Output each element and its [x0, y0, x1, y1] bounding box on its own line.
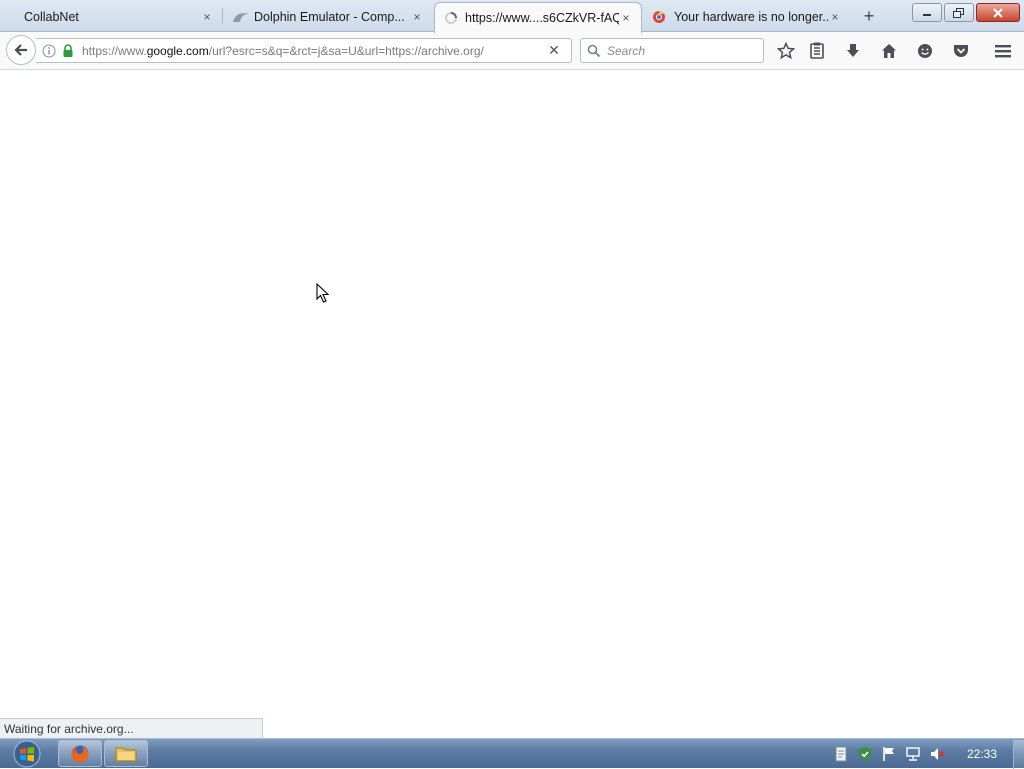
- document-tray-icon[interactable]: [833, 746, 849, 762]
- info-icon[interactable]: [42, 44, 56, 58]
- tab-label: https://www....s6CZkVR-fAQ: [465, 11, 619, 25]
- windows-start-icon: [13, 740, 41, 768]
- pocket-icon: [954, 45, 968, 57]
- search-input[interactable]: [605, 42, 759, 59]
- show-desktop-button[interactable]: [1013, 739, 1024, 769]
- restore-icon: [953, 7, 964, 18]
- dolphin-favicon-icon: [232, 10, 249, 24]
- tab-separator: [222, 8, 223, 24]
- url-bar[interactable]: https://www.google.com/url?esrc=s&q=&rct…: [36, 38, 572, 63]
- close-icon: [993, 7, 1003, 18]
- taskbar-explorer[interactable]: [104, 740, 148, 767]
- system-tray: 22:33: [833, 739, 1024, 769]
- search-icon: [587, 44, 601, 58]
- stop-loading-icon[interactable]: ✕: [547, 43, 561, 57]
- tab-label: CollabNet: [24, 10, 79, 24]
- network-tray-icon[interactable]: [905, 746, 921, 762]
- navigation-toolbar: https://www.google.com/url?esrc=s&q=&rct…: [0, 32, 1024, 70]
- tab-collabnet[interactable]: CollabNet ×: [0, 2, 222, 32]
- window-controls: [912, 3, 1020, 22]
- taskbar-firefox[interactable]: [58, 740, 102, 767]
- hello-button[interactable]: [914, 40, 936, 62]
- minimize-icon: [923, 13, 931, 16]
- tab-close-icon[interactable]: ×: [410, 10, 424, 24]
- folder-icon: [115, 747, 137, 761]
- tab-dolphin-emulator[interactable]: Dolphin Emulator - Comp... ×: [226, 2, 432, 32]
- url-domain: google.com: [146, 43, 209, 58]
- tab-close-icon[interactable]: ×: [828, 10, 842, 24]
- url-path: /url?esrc=s&q=&rct=j&sa=U&url=https://ar…: [208, 43, 484, 58]
- status-panel: Waiting for archive.org...: [0, 718, 263, 738]
- taskbar-clock[interactable]: 22:33: [967, 747, 997, 761]
- security-tray-icon[interactable]: [857, 746, 873, 762]
- bookmark-button[interactable]: [775, 40, 797, 62]
- chrome-favicon-icon: [652, 10, 668, 24]
- menu-button[interactable]: [992, 40, 1014, 62]
- restore-button[interactable]: [944, 3, 974, 22]
- home-button[interactable]: [878, 40, 900, 62]
- tab-label: Dolphin Emulator - Comp...: [254, 10, 405, 24]
- search-bar[interactable]: [580, 38, 764, 63]
- mouse-cursor-icon: [316, 283, 330, 303]
- url-scheme: https://www.: [82, 43, 147, 58]
- hello-icon: [918, 44, 932, 58]
- tab-label: Your hardware is no longer...: [674, 10, 828, 24]
- download-icon: [847, 44, 859, 57]
- tab-google-redirect[interactable]: https://www....s6CZkVR-fAQ ×: [434, 2, 642, 33]
- back-arrow-icon: [14, 44, 27, 56]
- minimize-button[interactable]: [912, 3, 942, 22]
- volume-muted-icon[interactable]: [929, 746, 945, 762]
- tab-hardware-notice[interactable]: Your hardware is no longer... ×: [646, 2, 850, 32]
- url-text[interactable]: https://www.google.com/url?esrc=s&q=&rct…: [82, 44, 502, 58]
- pocket-button[interactable]: [950, 40, 972, 62]
- loading-spinner-icon: [444, 11, 460, 25]
- page-content[interactable]: [0, 70, 1024, 738]
- start-button[interactable]: [8, 739, 46, 769]
- menu-icon: [995, 45, 1011, 58]
- downloads-button[interactable]: [842, 40, 864, 62]
- bookmark-star-icon: [777, 42, 795, 60]
- firefox-icon: [71, 745, 89, 762]
- tab-close-icon[interactable]: ×: [200, 10, 214, 24]
- tab-close-icon[interactable]: ×: [619, 11, 633, 25]
- close-window-button[interactable]: [976, 3, 1020, 22]
- reading-list-button[interactable]: [806, 40, 828, 62]
- tab-strip: CollabNet × Dolphin Emulator - Comp... ×…: [0, 0, 1024, 33]
- new-tab-button[interactable]: +: [860, 7, 878, 25]
- taskbar: 22:33: [0, 738, 1024, 769]
- lock-icon[interactable]: [62, 43, 74, 58]
- back-button[interactable]: [6, 35, 36, 65]
- home-icon: [882, 44, 896, 58]
- action-center-flag-icon[interactable]: [881, 746, 897, 762]
- reading-list-icon: [810, 42, 824, 59]
